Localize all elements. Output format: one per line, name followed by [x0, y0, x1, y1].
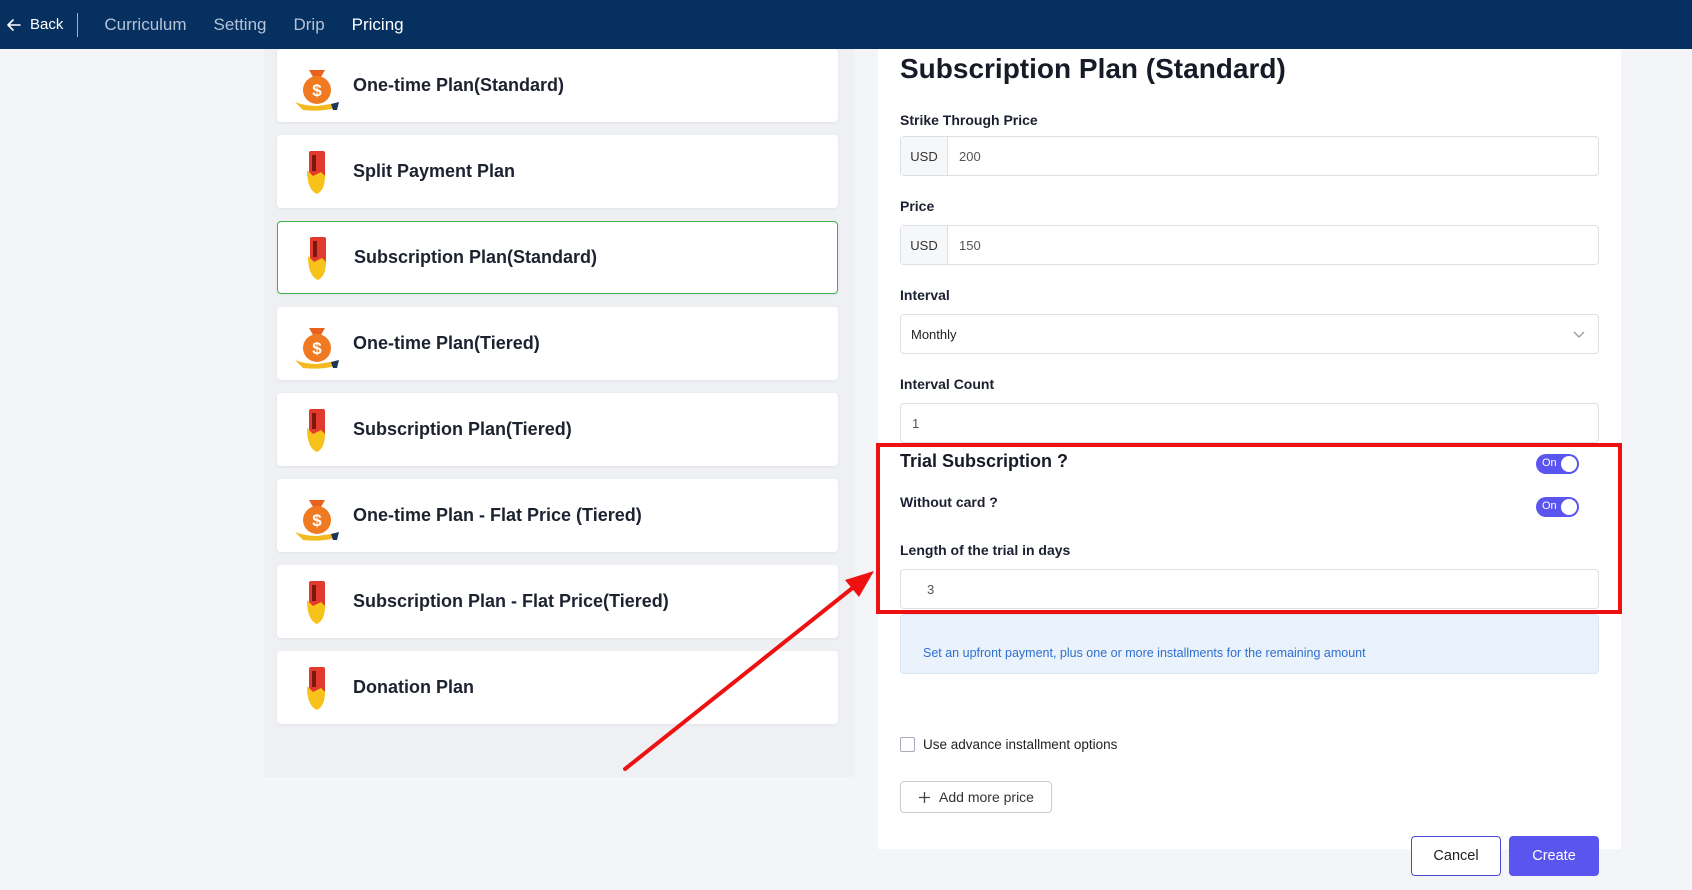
- price-label: Price: [900, 198, 935, 214]
- cancel-label: Cancel: [1433, 848, 1479, 864]
- credit-card-hand-icon: [308, 236, 326, 280]
- tab-setting[interactable]: Setting: [214, 15, 267, 35]
- strike-price-label: Strike Through Price: [900, 112, 1038, 128]
- trial-subscription-label: Trial Subscription ?: [900, 451, 1069, 471]
- plan-card-subscription-flat-tiered[interactable]: Subscription Plan - Flat Price(Tiered): [277, 565, 838, 638]
- create-label: Create: [1532, 848, 1576, 864]
- advance-installment-row: Use advance installment options: [900, 737, 1117, 752]
- strike-currency: USD: [901, 137, 948, 175]
- arrow-left-icon: [7, 18, 21, 31]
- toggle-state: On: [1542, 457, 1557, 469]
- add-more-price-button[interactable]: Add more price: [900, 781, 1052, 813]
- trial-length-label: Length of the trial in days: [900, 542, 1071, 558]
- trial-length-value: 3: [927, 581, 935, 597]
- price-value: 150: [959, 237, 981, 253]
- toggle-knob: [1561, 499, 1577, 515]
- top-nav: Back Curriculum Setting Drip Pricing: [0, 0, 1692, 49]
- plus-icon: [919, 791, 931, 803]
- plan-card-donation[interactable]: Donation Plan: [277, 651, 838, 724]
- plan-label: Subscription Plan - Flat Price(Tiered): [353, 591, 669, 611]
- create-button[interactable]: Create: [1509, 836, 1599, 876]
- without-card-toggle[interactable]: On: [1536, 497, 1579, 517]
- plan-label: Split Payment Plan: [353, 161, 516, 181]
- toggle-state: On: [1542, 500, 1557, 512]
- plan-card-one-time-flat-tiered[interactable]: $ One-time Plan - Flat Price (Tiered): [277, 479, 838, 552]
- advance-installment-checkbox[interactable]: [900, 737, 915, 752]
- back-button[interactable]: Back: [0, 0, 63, 49]
- strike-price-field[interactable]: USD 200: [900, 136, 1599, 176]
- chevron-down-icon: [1573, 331, 1585, 338]
- strike-price-value: 200: [959, 148, 981, 164]
- money-bag-icon: $: [295, 499, 339, 541]
- credit-card-hand-icon: [307, 150, 325, 194]
- plan-card-one-time-standard[interactable]: $ One-time Plan(Standard): [277, 49, 838, 122]
- plan-label: One-time Plan(Standard): [353, 75, 565, 95]
- plan-list: $ One-time Plan(Standard) Split Payment …: [264, 49, 854, 777]
- cancel-button[interactable]: Cancel: [1411, 836, 1501, 876]
- plan-label: Subscription Plan(Standard): [354, 247, 598, 267]
- svg-text:$: $: [312, 81, 322, 100]
- without-card-label: Without card ?: [900, 494, 998, 510]
- plan-label: One-time Plan - Flat Price (Tiered): [353, 505, 642, 525]
- money-bag-icon: $: [295, 327, 339, 369]
- tab-pricing[interactable]: Pricing: [352, 15, 404, 35]
- interval-count-value: 1: [912, 415, 920, 431]
- plan-card-one-time-tiered[interactable]: $ One-time Plan(Tiered): [277, 307, 838, 380]
- plan-card-subscription-tiered[interactable]: Subscription Plan(Tiered): [277, 393, 838, 466]
- form-title: Subscription Plan (Standard): [900, 53, 1286, 84]
- plan-label: Donation Plan: [353, 677, 474, 697]
- plan-card-split-payment[interactable]: Split Payment Plan: [277, 135, 838, 208]
- advance-installment-label: Use advance installment options: [923, 737, 1118, 752]
- credit-card-hand-icon: [307, 666, 325, 710]
- back-label: Back: [30, 16, 64, 33]
- price-field[interactable]: USD 150: [900, 225, 1599, 265]
- add-more-price-label: Add more price: [939, 789, 1034, 805]
- price-currency: USD: [901, 226, 948, 264]
- plan-form: Subscription Plan (Standard) Strike Thro…: [878, 49, 1621, 876]
- interval-count-field[interactable]: 1: [900, 403, 1599, 443]
- plan-card-subscription-standard[interactable]: Subscription Plan(Standard): [277, 221, 838, 294]
- tab-curriculum[interactable]: Curriculum: [104, 15, 186, 35]
- nav-divider: [77, 12, 79, 37]
- interval-label: Interval: [900, 287, 950, 303]
- svg-text:$: $: [312, 511, 322, 530]
- trial-subscription-toggle[interactable]: On: [1536, 454, 1579, 474]
- plan-label: One-time Plan(Tiered): [353, 333, 540, 353]
- interval-count-label: Interval Count: [900, 376, 995, 392]
- tab-drip[interactable]: Drip: [293, 15, 324, 35]
- plan-label: Subscription Plan(Tiered): [353, 419, 572, 439]
- credit-card-hand-icon: [307, 408, 325, 452]
- interval-select[interactable]: Monthly: [900, 314, 1599, 354]
- installment-info-box: Set an upfront payment, plus one or more…: [900, 614, 1599, 674]
- interval-value: Monthly: [911, 326, 957, 342]
- installment-info-text: Set an upfront payment, plus one or more…: [923, 646, 1366, 660]
- money-bag-icon: $: [295, 69, 339, 111]
- svg-text:$: $: [312, 339, 322, 358]
- toggle-knob: [1561, 456, 1577, 472]
- trial-length-field[interactable]: 3: [900, 569, 1599, 609]
- credit-card-hand-icon: [307, 580, 325, 624]
